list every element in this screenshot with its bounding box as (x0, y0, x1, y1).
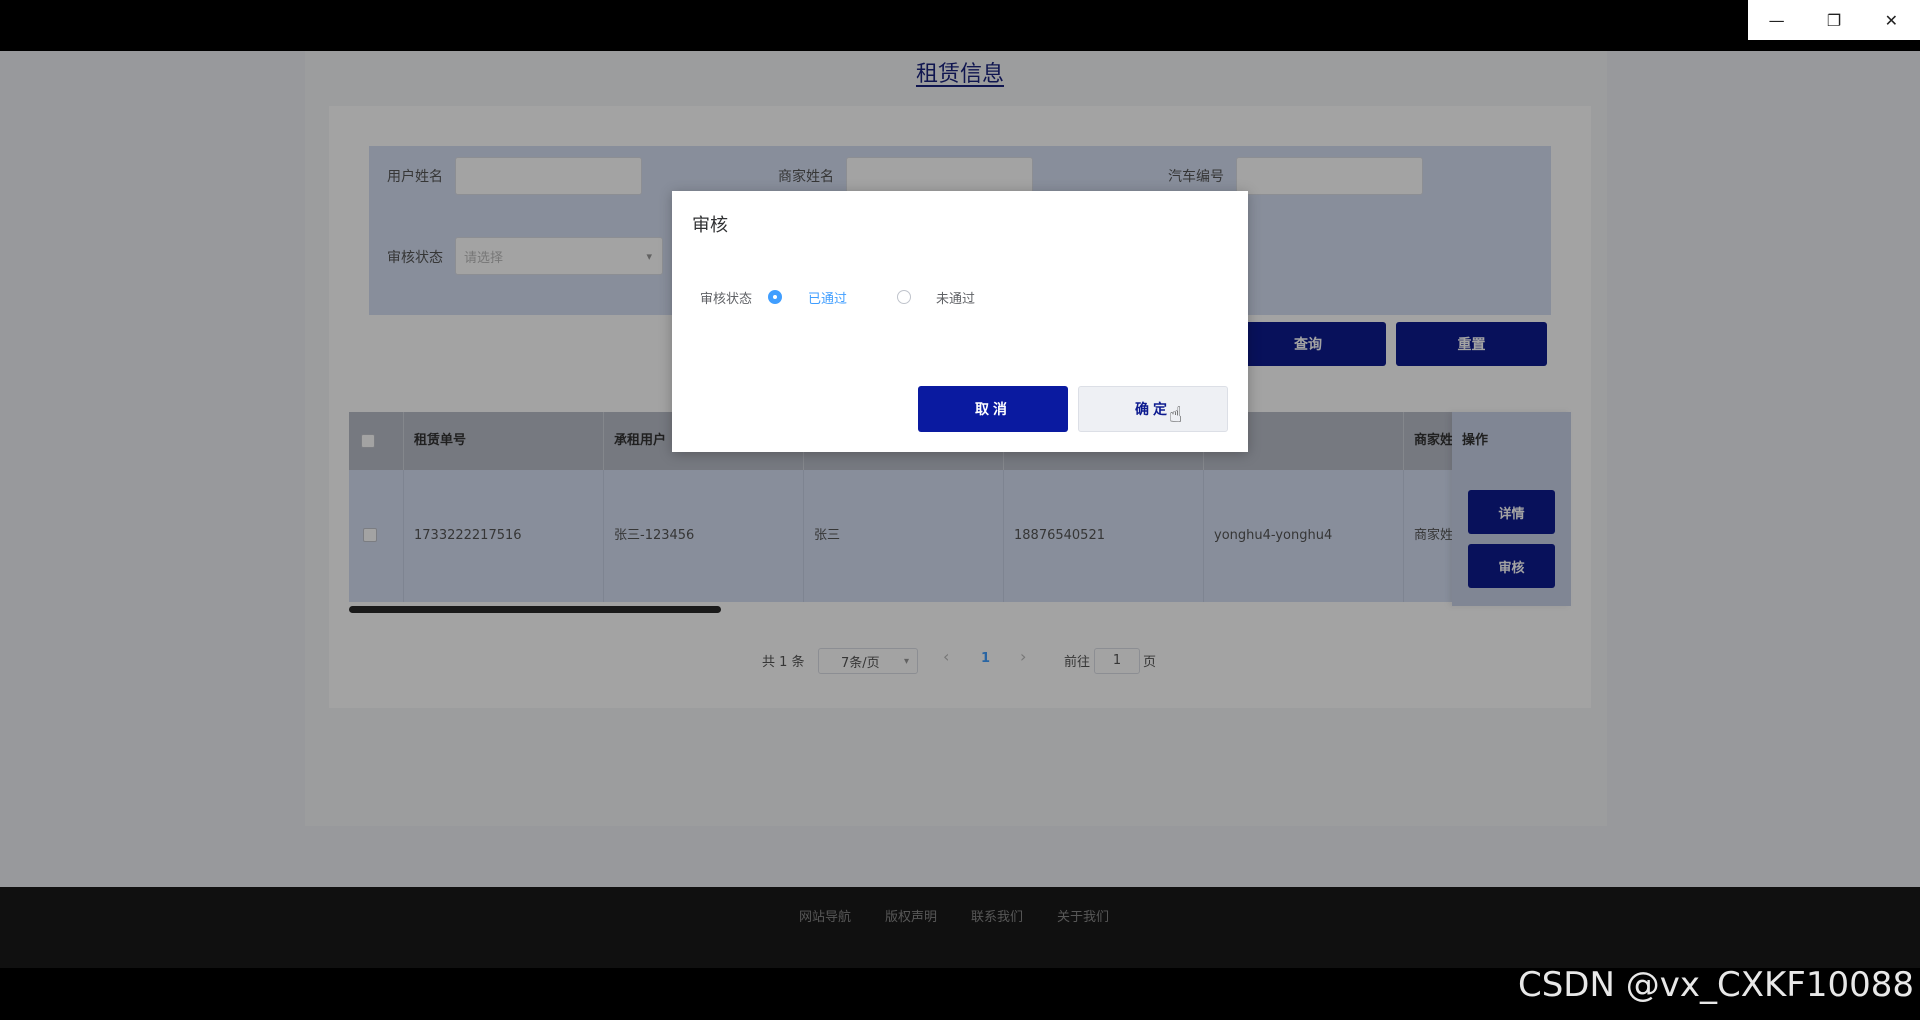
radio-approved[interactable] (768, 290, 782, 304)
radio-approved-label[interactable]: 已通过 (808, 288, 847, 307)
confirm-button[interactable]: 确定 (1078, 386, 1228, 432)
audit-status-label: 审核状态 (700, 292, 753, 307)
dialog-title: 审核 (692, 215, 728, 236)
window-controls: — ❐ ✕ (1748, 0, 1920, 40)
restore-icon[interactable]: ❐ (1805, 0, 1862, 40)
close-icon[interactable]: ✕ (1863, 0, 1920, 40)
radio-rejected-label[interactable]: 未通过 (936, 288, 975, 307)
watermark: CSDN @vx_CXKF10088 (1517, 965, 1914, 1005)
audit-dialog: 审核 审核状态 已通过 未通过 取消 确定 ☝ (672, 191, 1248, 452)
window-titlebar (0, 0, 1920, 51)
hand-pointer-icon: ☝ (1169, 403, 1183, 428)
minimize-icon[interactable]: — (1748, 0, 1805, 40)
radio-rejected[interactable] (897, 290, 911, 304)
modal-overlay[interactable] (0, 51, 1920, 968)
cancel-button[interactable]: 取消 (918, 386, 1068, 432)
